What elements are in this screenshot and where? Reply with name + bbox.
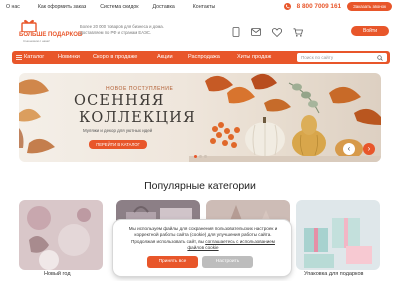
tagline-line-2: Доставляем по РФ и странам ЕАЭС. (80, 30, 152, 35)
autumn-decor-image (19, 73, 381, 162)
banner-cta-button[interactable]: ПЕРЕЙТИ В КАТАЛОГ (89, 140, 147, 149)
nav-bestsellers[interactable]: Хиты продаж (237, 54, 271, 60)
banner-pagination (194, 155, 207, 158)
nav-new[interactable]: Новинки (58, 54, 80, 60)
mail-icon[interactable] (251, 28, 261, 36)
nav-sales[interactable]: Акции (157, 54, 173, 60)
banner-title-line-1: ОСЕННЯЯ (74, 93, 165, 109)
phone-device-icon[interactable] (232, 27, 240, 37)
top-link-delivery[interactable]: Доставка (153, 4, 175, 10)
category-card-gift-wrap[interactable] (296, 200, 380, 270)
banner-prev-arrow-icon[interactable]: ‹ (343, 143, 355, 155)
banner-dot[interactable] (204, 155, 207, 158)
hero-banner[interactable]: НОВОЕ ПОСТУПЛЕНИЕ ОСЕННЯЯ КОЛЛЕКЦИЯ Муля… (19, 73, 381, 162)
cookie-text: Мы используем файлы для сохранения польз… (123, 226, 283, 252)
logo[interactable]: БОЛЬШЕ ПОДАРКОВ Сэкономим с нами! (19, 19, 83, 43)
gift-logo-icon (21, 19, 37, 32)
category-image-new-year (19, 200, 103, 270)
top-links: О нас Как оформить заказ Система скидок … (6, 4, 230, 10)
category-card-new-year[interactable] (19, 200, 103, 270)
login-button[interactable]: Войти (351, 26, 389, 36)
top-contact: 8 800 7009 161 Заказать звонок (283, 2, 392, 11)
top-bar: О нас Как оформить заказ Система скидок … (0, 0, 400, 14)
nav-catalog[interactable]: Каталог (24, 54, 44, 60)
category-label-gift-wrap[interactable]: Упаковка для подарков (304, 271, 363, 277)
banner-next-arrow-icon[interactable]: › (363, 143, 375, 155)
cookie-consent-dialog: Мы используем файлы для сохранения польз… (113, 220, 291, 276)
catalog-menu-icon[interactable] (16, 55, 22, 60)
main-nav: Каталог Новинки Скоро в продаже Акции Ра… (12, 51, 390, 64)
banner-description: Муляжи и декор для уютных идей (83, 128, 153, 133)
logo-subtitle: Сэкономим с нами! (23, 39, 50, 43)
nav-coming-soon[interactable]: Скоро в продаже (93, 54, 137, 60)
top-link-discounts[interactable]: Система скидок (100, 4, 138, 10)
tagline: Более 20 000 товаров для бизнеса и дома.… (80, 24, 190, 36)
logo-name: БОЛЬШЕ ПОДАРКОВ (19, 32, 83, 38)
category-label-new-year[interactable]: Новый год (44, 271, 71, 277)
top-link-contacts[interactable]: Контакты (193, 4, 215, 10)
search-placeholder: Поиск по сайту (301, 55, 334, 60)
phone-number[interactable]: 8 800 7009 161 (297, 3, 341, 10)
top-link-about[interactable]: О нас (6, 4, 20, 10)
banner-kicker: НОВОЕ ПОСТУПЛЕНИЕ (106, 86, 174, 92)
banner-dot[interactable] (194, 155, 197, 158)
cart-icon[interactable] (293, 27, 303, 37)
cookie-accept-button[interactable]: Принять все (147, 256, 198, 268)
favorites-heart-icon[interactable] (272, 27, 282, 37)
cookie-settings-button[interactable]: Настроить (202, 256, 253, 268)
top-link-how-to-order[interactable]: Как оформить заказ (38, 4, 86, 10)
banner-title-line-2: КОЛЛЕКЦИЯ (79, 110, 196, 126)
callback-button[interactable]: Заказать звонок (347, 2, 392, 11)
header-icons (232, 27, 303, 37)
categories-title: Популярные категории (144, 180, 256, 192)
nav-clearance[interactable]: Распродажа (188, 54, 220, 60)
search-icon[interactable] (377, 54, 383, 61)
phone-icon (283, 3, 291, 10)
banner-dot[interactable] (199, 155, 202, 158)
category-image-gift-wrap (296, 200, 380, 270)
header: БОЛЬШЕ ПОДАРКОВ Сэкономим с нами! Более … (0, 16, 400, 46)
search-input[interactable]: Поиск по сайту (297, 53, 387, 62)
